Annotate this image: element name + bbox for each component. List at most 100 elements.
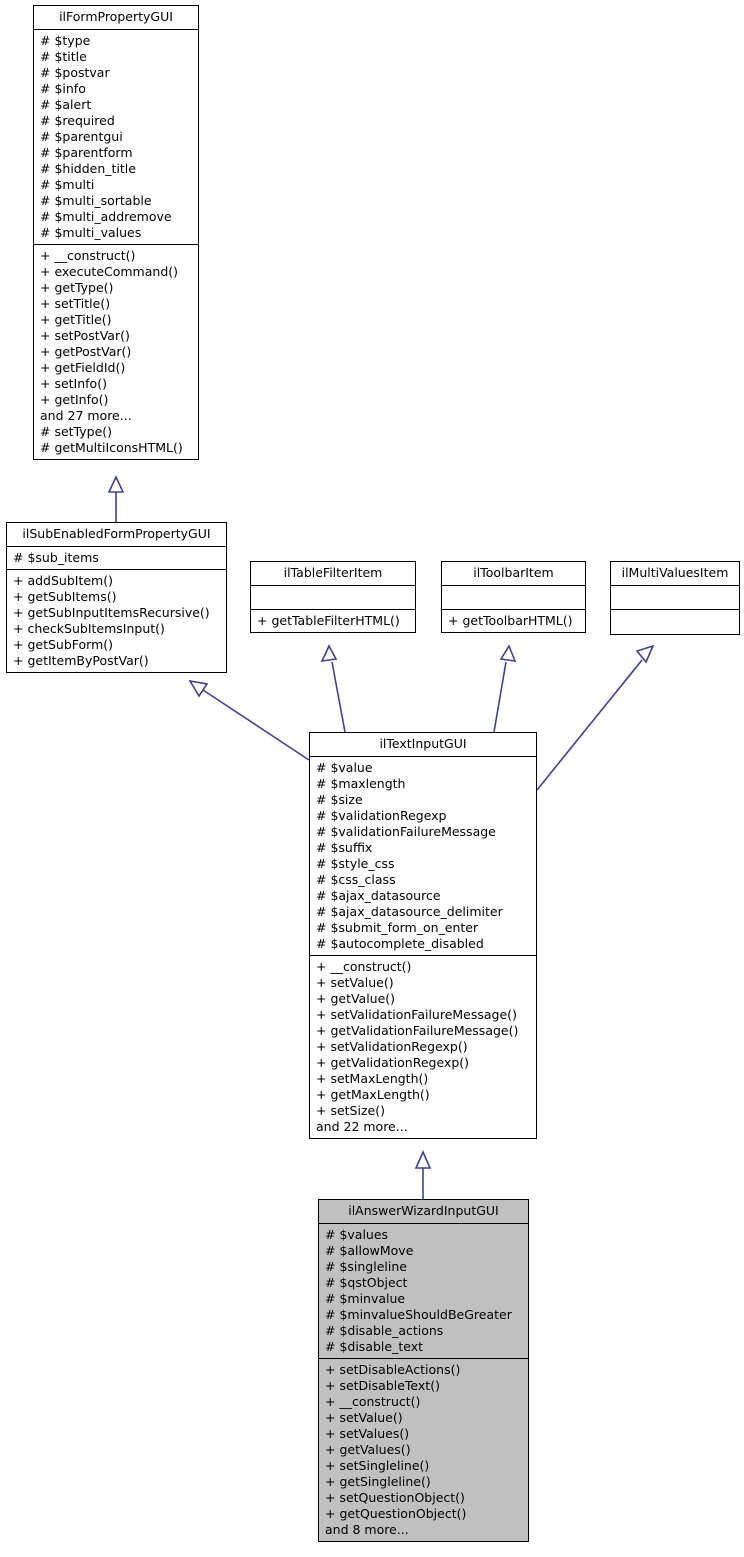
class-box-iltablefilteritem[interactable]: ilTableFilterItem + getTableFilterHTML() [250, 561, 416, 633]
class-member: + setSize() [316, 1102, 385, 1118]
class-member: # $style_css [316, 855, 395, 871]
class-member: + setTitle() [40, 295, 111, 311]
class-title: ilAnswerWizardInputGUI [319, 1200, 528, 1224]
class-member: + setValidationRegexp() [316, 1038, 468, 1054]
class-member: # $required [40, 112, 115, 128]
class-member: # $ajax_datasource_delimiter [316, 903, 503, 919]
class-member: + getTableFilterHTML() [257, 612, 400, 628]
class-attributes: # $type # $title # $postvar # $info # $alert… [34, 30, 198, 245]
class-member: and 8 more... [325, 1521, 409, 1537]
edge-textinput-to-toolbaritem [493, 644, 517, 733]
class-member: # $validationRegexp [316, 807, 447, 823]
class-member: # $autocomplete_disabled [316, 935, 484, 951]
class-member: + setValidationFailureMessage() [316, 1006, 517, 1022]
class-member: # $allowMove [325, 1242, 414, 1258]
class-box-ilmultivaluesitem[interactable]: ilMultiValuesItem [610, 561, 740, 635]
class-member: + setSingleline() [325, 1457, 430, 1473]
class-attributes [442, 586, 585, 610]
class-box-iltextinputgui[interactable]: ilTextInputGUI # $value # $maxlength # $si… [309, 732, 537, 1139]
class-member: and 22 more... [316, 1118, 408, 1134]
class-member: + setInfo() [40, 375, 107, 391]
class-member: # $disable_actions [325, 1322, 444, 1338]
class-member: + getValue() [316, 990, 396, 1006]
class-methods: + getToolbarHTML() [442, 610, 585, 632]
class-member: + getSubInputItemsRecursive() [13, 604, 210, 620]
class-box-ilformpropertygui[interactable]: ilFormPropertyGUI # $type # $title # $post… [33, 5, 199, 460]
class-methods: + setDisableActions() + setDisableText() +… [319, 1359, 528, 1541]
class-member: + addSubItem() [13, 572, 113, 588]
class-attributes [251, 586, 415, 610]
class-member: # $minvalueShouldBeGreater [325, 1306, 512, 1322]
class-title: ilTableFilterItem [251, 562, 415, 586]
class-member: + getSubItems() [13, 588, 117, 604]
class-member: + getSubForm() [13, 636, 114, 652]
class-attributes: # $values # $allowMove # $singleline # $qst… [319, 1224, 528, 1359]
class-member: # $type [40, 32, 91, 48]
class-member: + __construct() [316, 958, 412, 974]
class-member: # getMultiIconsHTML() [40, 439, 183, 455]
edge-subenabled-to-formproperty [107, 475, 125, 522]
class-methods: + __construct() + executeCommand() + getTy… [34, 245, 198, 459]
class-box-iltoolbaritem[interactable]: ilToolbarItem + getToolbarHTML() [441, 561, 586, 633]
class-member: + setDisableActions() [325, 1361, 461, 1377]
class-member: # $minvalue [325, 1290, 406, 1306]
class-member: # $maxlength [316, 775, 406, 791]
class-member: + setDisableText() [325, 1377, 440, 1393]
uml-class-diagram: ilFormPropertyGUI # $type # $title # $post… [0, 0, 744, 1557]
class-methods: + __construct() + setValue() + getValue() +… [310, 956, 536, 1138]
class-member: # $value [316, 759, 373, 775]
class-member: # $css_class [316, 871, 396, 887]
class-member: # $singleline [325, 1258, 407, 1274]
class-member: # $ajax_datasource [316, 887, 441, 903]
class-member: + getQuestionObject() [325, 1505, 467, 1521]
class-member: + getType() [40, 279, 114, 295]
class-member: # $disable_text [325, 1338, 423, 1354]
class-member: + __construct() [325, 1393, 421, 1409]
class-member: # $parentgui [40, 128, 123, 144]
class-member: + checkSubItemsInput() [13, 620, 165, 636]
class-methods: + addSubItem() + getSubItems() + getSubInp… [7, 570, 226, 672]
class-member: # $title [40, 48, 87, 64]
class-member: + getPostVar() [40, 343, 132, 359]
class-methods: + getTableFilterHTML() [251, 610, 415, 632]
class-member: # $parentform [40, 144, 133, 160]
edge-textinput-to-subenabled [188, 679, 310, 761]
class-member: # $multi_sortable [40, 192, 152, 208]
class-member: + setValue() [325, 1409, 403, 1425]
class-member: # $validationFailureMessage [316, 823, 496, 839]
class-member: + getItemByPostVar() [13, 652, 149, 668]
edge-answerwizard-to-textinput [414, 1150, 432, 1199]
class-member: # $suffix [316, 839, 373, 855]
class-member: # $info [40, 80, 86, 96]
class-member: + setMaxLength() [316, 1070, 429, 1086]
class-member: # $submit_form_on_enter [316, 919, 479, 935]
class-member: + setQuestionObject() [325, 1489, 465, 1505]
class-title: ilSubEnabledFormPropertyGUI [7, 523, 226, 547]
class-member: + getValidationRegexp() [316, 1054, 470, 1070]
class-title: ilFormPropertyGUI [34, 6, 198, 30]
class-member: + getInfo() [40, 391, 109, 407]
class-attributes: # $sub_items [7, 547, 226, 570]
class-member: + setPostVar() [40, 327, 130, 343]
class-member: and 27 more... [40, 407, 132, 423]
class-member: + setValue() [316, 974, 394, 990]
edge-textinput-to-tablefilteritem [320, 644, 346, 733]
class-member: # $values [325, 1226, 389, 1242]
class-title: ilMultiValuesItem [611, 562, 739, 586]
class-member: # $postvar [40, 64, 110, 80]
class-attributes [611, 586, 739, 610]
class-member: + setValues() [325, 1425, 410, 1441]
class-member: # $alert [40, 96, 92, 112]
class-box-ilsubenabledformpropertygui[interactable]: ilSubEnabledFormPropertyGUI # $sub_items… [6, 522, 227, 673]
class-member: + getValidationFailureMessage() [316, 1022, 519, 1038]
class-member: # setType() [40, 423, 113, 439]
class-member: # $size [316, 791, 363, 807]
class-attributes: # $value # $maxlength # $size # $validation… [310, 757, 536, 956]
class-member: # $qstObject [325, 1274, 408, 1290]
class-member: + getTitle() [40, 311, 112, 327]
class-member: # $sub_items [13, 549, 99, 565]
class-title: ilTextInputGUI [310, 733, 536, 757]
class-box-ilanswerwizardinputgui[interactable]: ilAnswerWizardInputGUI # $values # $allow… [318, 1199, 529, 1542]
class-member: + getValues() [325, 1441, 411, 1457]
class-member: # $multi_addremove [40, 208, 172, 224]
